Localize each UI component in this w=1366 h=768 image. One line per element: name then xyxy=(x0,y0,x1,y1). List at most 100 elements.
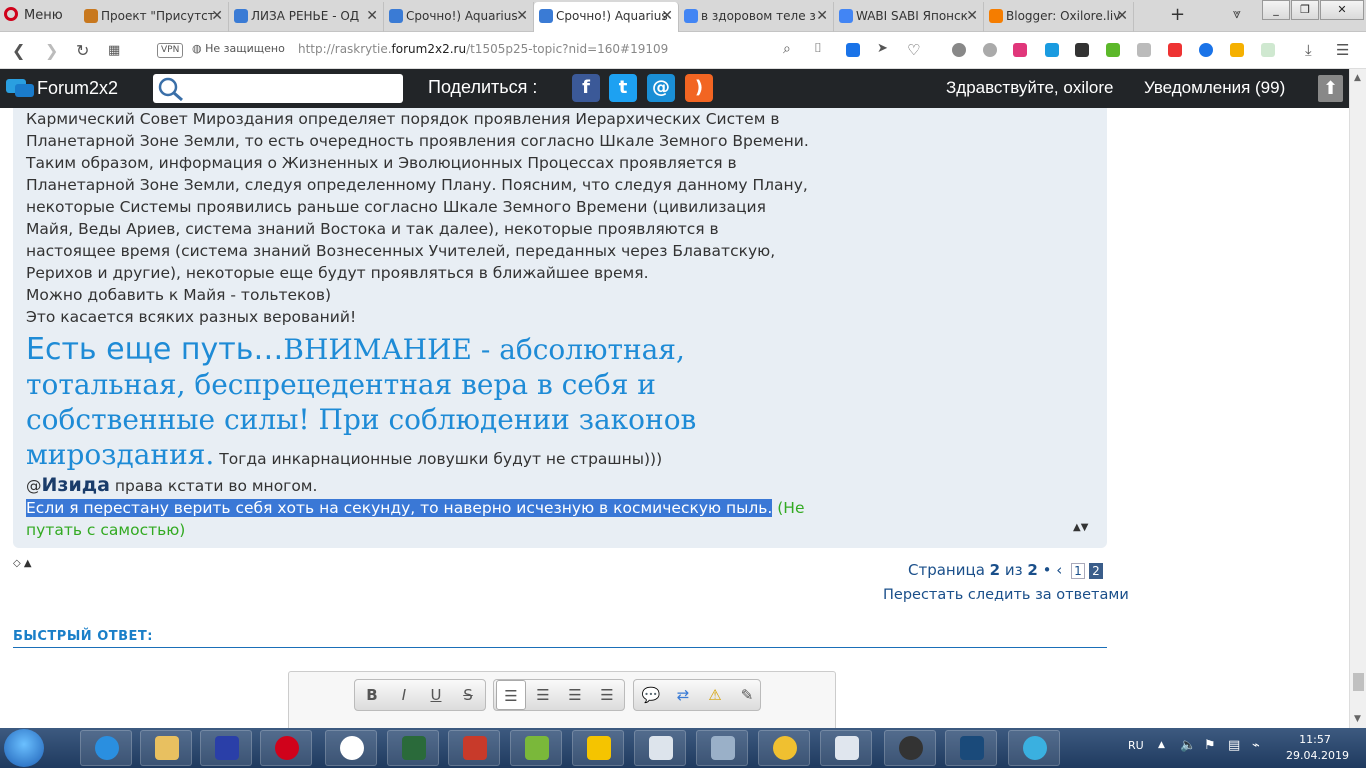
vpn-badge[interactable]: VPN xyxy=(157,43,184,58)
browser-taskbar-icon[interactable] xyxy=(1008,730,1060,766)
notepad-taskbar-icon[interactable] xyxy=(510,730,562,766)
underline-button[interactable]: U xyxy=(421,680,451,710)
forward-icon[interactable]: ❯ xyxy=(45,41,58,60)
url-field[interactable]: http://raskrytie.forum2x2.ru/t1505p25-to… xyxy=(298,42,668,56)
italic-button[interactable]: I xyxy=(389,680,419,710)
explorer-taskbar-icon[interactable] xyxy=(140,730,192,766)
new-tab-button[interactable]: + xyxy=(1170,4,1185,25)
tray-arrow-icon[interactable]: ▲ xyxy=(1158,740,1165,750)
close-tab-icon[interactable]: ✕ xyxy=(211,2,223,30)
code-icon[interactable]: ⇄ xyxy=(668,680,698,710)
extension-globe-icon[interactable] xyxy=(983,43,997,57)
camera-icon[interactable]: ⌷ xyxy=(814,41,822,56)
minimize-button[interactable]: _ xyxy=(1262,0,1290,20)
calculator-taskbar-icon[interactable] xyxy=(634,730,686,766)
justify-button[interactable]: ☰ xyxy=(592,680,622,710)
easy-setup-icon[interactable]: ☰ xyxy=(1336,41,1349,59)
bold-button[interactable]: B xyxy=(357,680,387,710)
align-center-button[interactable]: ☰ xyxy=(528,680,558,710)
extension-windows-icon[interactable] xyxy=(1075,43,1089,57)
keyboard-taskbar-icon[interactable] xyxy=(696,730,748,766)
circle-taskbar-icon[interactable] xyxy=(884,730,936,766)
close-tab-icon[interactable]: ✕ xyxy=(516,2,528,30)
flag-icon[interactable]: ⚑ xyxy=(1204,738,1216,753)
search-icon[interactable]: ⌕ xyxy=(783,41,791,57)
browser-tab[interactable]: Срочно!) Aquarius ✕ xyxy=(384,2,534,32)
close-tab-icon[interactable]: ✕ xyxy=(366,2,378,30)
extension-x-icon[interactable] xyxy=(846,43,860,57)
network-icon[interactable]: ▤ xyxy=(1228,738,1240,753)
tab-menu-icon[interactable]: ⩔ xyxy=(1233,6,1241,22)
ie-taskbar-icon[interactable] xyxy=(80,730,132,766)
taskbar-clock[interactable]: 11:57 29.04.2019 xyxy=(1286,732,1349,764)
align-left-button[interactable]: ☰ xyxy=(496,680,526,710)
fan-taskbar-icon[interactable] xyxy=(945,730,997,766)
align-right-button[interactable]: ☰ xyxy=(560,680,590,710)
extension-multi-icon[interactable] xyxy=(1230,43,1244,57)
extension-box-icon[interactable] xyxy=(1137,43,1151,57)
page-scrollbar[interactable]: ▲ ▼ xyxy=(1349,69,1366,728)
scroll-down-icon[interactable]: ▼ xyxy=(1354,714,1361,724)
browser-tab[interactable]: Срочно!) Aquarius ✕ xyxy=(534,2,679,32)
browser-tab[interactable]: Blogger: Oxilore.liv ✕ xyxy=(984,2,1134,32)
maximize-button[interactable]: ❐ xyxy=(1291,0,1319,20)
browser-tab[interactable]: в здоровом теле з ✕ xyxy=(679,2,834,32)
browser-tab[interactable]: WABI SABI Японск ✕ xyxy=(834,2,984,32)
send-icon[interactable]: ➤ xyxy=(877,41,888,56)
monitor-taskbar-icon[interactable] xyxy=(387,730,439,766)
strikethrough-button[interactable]: S xyxy=(453,680,483,710)
toolbox-taskbar-icon[interactable] xyxy=(448,730,500,766)
page-link[interactable]: 1 xyxy=(1070,563,1085,579)
forum-search-input[interactable] xyxy=(153,74,403,103)
forum-site-name[interactable]: Forum2x2 xyxy=(37,78,118,99)
extension-download-icon[interactable] xyxy=(1106,43,1120,57)
prev-page-icon[interactable]: ‹ xyxy=(1056,561,1062,579)
hide-icon[interactable]: ✎ xyxy=(732,680,762,710)
rss-icon[interactable]: ) xyxy=(685,74,713,102)
warning-icon[interactable]: ⚠ xyxy=(700,680,730,710)
page-link[interactable]: 2 xyxy=(1088,563,1103,579)
opera-taskbar-icon[interactable] xyxy=(260,730,312,766)
forum-logo-icon[interactable] xyxy=(6,77,34,99)
downloads-icon[interactable]: ⤓ xyxy=(1305,41,1312,59)
security-indicator[interactable]: ◍ Не защищено xyxy=(192,42,285,55)
heart-icon[interactable]: ♡ xyxy=(907,41,920,59)
start-button[interactable] xyxy=(4,729,44,767)
extension-badge-icon[interactable] xyxy=(1045,43,1059,57)
user-greeting[interactable]: Здравствуйте, oxilore xyxy=(946,78,1113,98)
twitter-icon[interactable]: t xyxy=(609,74,637,102)
extension-cube-icon[interactable] xyxy=(1261,43,1275,57)
scroll-up-icon[interactable]: ▲ xyxy=(1354,73,1361,83)
smiley-taskbar-icon[interactable] xyxy=(758,730,810,766)
facebook-icon[interactable]: f xyxy=(572,74,600,102)
reload-icon[interactable]: ↻ xyxy=(76,41,89,60)
scroll-to-top-button[interactable]: ⬆ xyxy=(1318,75,1343,102)
notifications-link[interactable]: Уведомления (99) xyxy=(1144,78,1285,98)
browser-tab[interactable]: ЛИЗА РЕНЬЕ - ОД ✕ xyxy=(229,2,384,32)
yandex-taskbar-icon[interactable] xyxy=(325,730,377,766)
power-icon[interactable]: ⌁ xyxy=(1252,738,1260,753)
opera-menu-button[interactable]: Меню xyxy=(4,0,63,32)
unwatch-topic-link[interactable]: Перестать следить за ответами xyxy=(883,587,1129,603)
close-window-button[interactable]: ✕ xyxy=(1320,0,1364,20)
expand-collapse-icon[interactable]: ◇ ▲ xyxy=(13,558,32,569)
close-tab-icon[interactable]: ✕ xyxy=(661,2,673,30)
close-tab-icon[interactable]: ✕ xyxy=(816,2,828,30)
post-scroll-arrows[interactable]: ▲▼ xyxy=(1073,522,1088,533)
email-icon[interactable]: @ xyxy=(647,74,675,102)
player-taskbar-icon[interactable] xyxy=(572,730,624,766)
volume-icon[interactable]: 🔈 xyxy=(1180,738,1196,753)
tools-taskbar-icon[interactable] xyxy=(820,730,872,766)
extension-share-icon[interactable] xyxy=(1199,43,1213,57)
close-tab-icon[interactable]: ✕ xyxy=(966,2,978,30)
quote-icon[interactable]: 💬 xyxy=(636,680,666,710)
scroll-thumb[interactable] xyxy=(1353,673,1364,691)
extension-circle-icon[interactable] xyxy=(952,43,966,57)
extension-s-icon[interactable] xyxy=(1013,43,1027,57)
user-mention[interactable]: Изида xyxy=(42,474,110,496)
back-icon[interactable]: ❮ xyxy=(12,41,25,60)
close-tab-icon[interactable]: ✕ xyxy=(1116,2,1128,30)
language-indicator[interactable]: RU xyxy=(1128,739,1144,752)
save-taskbar-icon[interactable] xyxy=(200,730,252,766)
browser-tab[interactable]: Проект "Присутст ✕ xyxy=(79,2,229,32)
